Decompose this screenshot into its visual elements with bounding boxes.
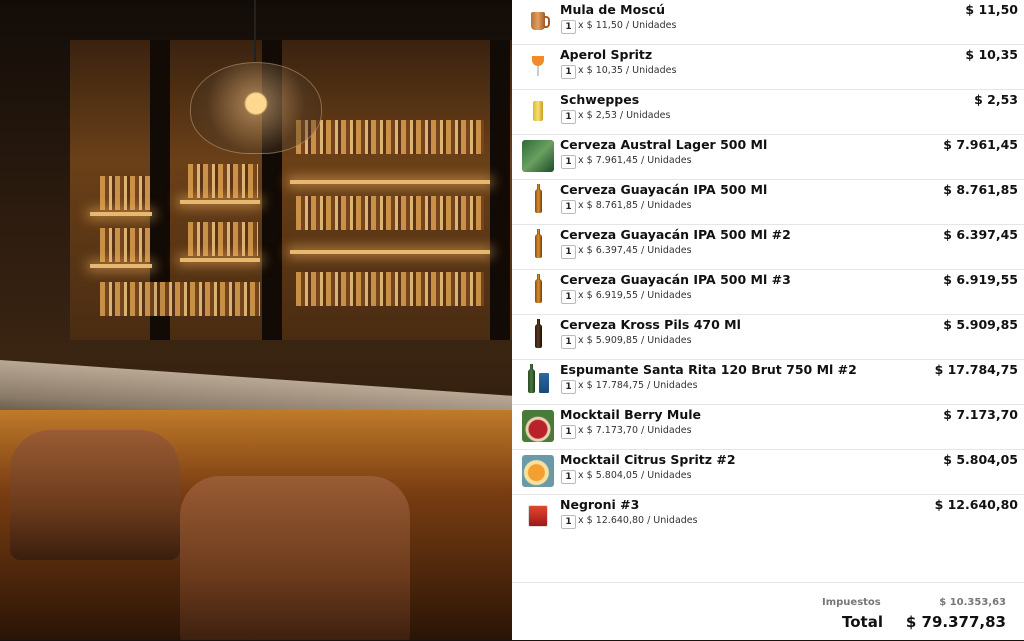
item-name: Aperol Spritz	[560, 47, 653, 62]
order-item[interactable]: Cerveza Guayacán IPA 500 Ml #3 1 x $ 6.9…	[512, 270, 1024, 315]
bar-background-image	[0, 0, 512, 640]
item-quantity: 1	[561, 155, 576, 169]
citrus-drink-photo-icon	[522, 455, 554, 487]
berry-drink-photo-icon	[522, 410, 554, 442]
soda-can-icon	[522, 95, 554, 127]
item-unit-price: x $ 6.397,45 / Unidades	[578, 245, 692, 256]
order-item-list: Mula de Moscú 1 x $ 11,50 / Unidades $ 1…	[512, 0, 1024, 539]
bar-stool	[180, 476, 410, 640]
item-unit-price: x $ 5.804,05 / Unidades	[578, 470, 692, 481]
item-price: $ 6.919,55	[943, 272, 1018, 287]
item-quantity: 1	[561, 290, 576, 304]
item-price: $ 12.640,80	[934, 497, 1018, 512]
beer-bottle-icon	[522, 274, 554, 307]
order-item[interactable]: Mocktail Berry Mule 1 x $ 7.173,70 / Uni…	[512, 405, 1024, 450]
item-price: $ 7.173,70	[943, 407, 1018, 422]
bar-stool	[10, 430, 180, 560]
order-summary: Impuestos $ 10.353,63 Total $ 79.377,83	[512, 582, 1024, 641]
item-name: Cerveza Guayacán IPA 500 Ml	[560, 182, 768, 197]
item-unit-price: x $ 5.909,85 / Unidades	[578, 335, 692, 346]
total-value: $ 79.377,83	[905, 613, 1006, 631]
item-name: Mocktail Berry Mule	[560, 407, 702, 422]
item-name: Cerveza Kross Pils 470 Ml	[560, 317, 741, 332]
item-unit-price: x $ 6.919,55 / Unidades	[578, 290, 692, 301]
beer-bottle-icon	[522, 229, 554, 262]
item-unit-price: x $ 10,35 / Unidades	[578, 65, 677, 76]
item-quantity: 1	[561, 335, 576, 349]
order-item[interactable]: Mocktail Citrus Spritz #2 1 x $ 5.804,05…	[512, 450, 1024, 495]
item-unit-price: x $ 12.640,80 / Unidades	[578, 515, 698, 526]
order-item[interactable]: Cerveza Guayacán IPA 500 Ml #2 1 x $ 6.3…	[512, 225, 1024, 270]
item-unit-price: x $ 7.173,70 / Unidades	[578, 425, 692, 436]
wine-glass-icon	[522, 50, 554, 82]
item-unit-price: x $ 8.761,85 / Unidades	[578, 200, 692, 211]
item-price: $ 5.804,05	[943, 452, 1018, 467]
copper-mug-icon	[522, 5, 554, 37]
beer-bottle-icon	[522, 184, 554, 217]
sparkling-wine-icon	[522, 364, 554, 397]
item-price: $ 17.784,75	[934, 362, 1018, 377]
item-quantity: 1	[561, 245, 576, 259]
item-quantity: 1	[561, 65, 576, 79]
item-quantity: 1	[561, 110, 576, 124]
negroni-glass-icon	[522, 500, 554, 532]
item-unit-price: x $ 11,50 / Unidades	[578, 20, 677, 31]
order-item[interactable]: Cerveza Austral Lager 500 Ml 1 x $ 7.961…	[512, 135, 1024, 180]
pendant-lamp	[190, 62, 322, 154]
order-item[interactable]: Espumante Santa Rita 120 Brut 750 Ml #2 …	[512, 360, 1024, 405]
item-price: $ 2,53	[974, 92, 1018, 107]
item-price: $ 7.961,45	[943, 137, 1018, 152]
item-name: Mula de Moscú	[560, 2, 665, 17]
item-quantity: 1	[561, 380, 576, 394]
item-price: $ 5.909,85	[943, 317, 1018, 332]
dark-bottle-icon	[522, 319, 554, 352]
order-panel: Mula de Moscú 1 x $ 11,50 / Unidades $ 1…	[512, 0, 1024, 640]
item-quantity: 1	[561, 425, 576, 439]
item-name: Espumante Santa Rita 120 Brut 750 Ml #2	[560, 362, 857, 377]
item-quantity: 1	[561, 20, 576, 34]
item-name: Cerveza Guayacán IPA 500 Ml #2	[560, 227, 791, 242]
item-quantity: 1	[561, 515, 576, 529]
order-item[interactable]: Aperol Spritz 1 x $ 10,35 / Unidades $ 1…	[512, 45, 1024, 90]
item-unit-price: x $ 2,53 / Unidades	[578, 110, 671, 121]
order-item[interactable]: Cerveza Kross Pils 470 Ml 1 x $ 5.909,85…	[512, 315, 1024, 360]
order-item[interactable]: Mula de Moscú 1 x $ 11,50 / Unidades $ 1…	[512, 0, 1024, 45]
order-item[interactable]: Cerveza Guayacán IPA 500 Ml 1 x $ 8.761,…	[512, 180, 1024, 225]
order-item[interactable]: Schweppes 1 x $ 2,53 / Unidades $ 2,53	[512, 90, 1024, 135]
total-label: Total	[842, 613, 883, 631]
item-price: $ 11,50	[965, 2, 1018, 17]
item-name: Negroni #3	[560, 497, 640, 512]
item-name: Schweppes	[560, 92, 640, 107]
item-quantity: 1	[561, 200, 576, 214]
item-price: $ 6.397,45	[943, 227, 1018, 242]
item-quantity: 1	[561, 470, 576, 484]
item-unit-price: x $ 17.784,75 / Unidades	[578, 380, 698, 391]
item-name: Mocktail Citrus Spritz #2	[560, 452, 736, 467]
order-item[interactable]: Negroni #3 1 x $ 12.640,80 / Unidades $ …	[512, 495, 1024, 539]
item-price: $ 10,35	[965, 47, 1018, 62]
item-unit-price: x $ 7.961,45 / Unidades	[578, 155, 692, 166]
item-name: Cerveza Austral Lager 500 Ml	[560, 137, 768, 152]
item-name: Cerveza Guayacán IPA 500 Ml #3	[560, 272, 791, 287]
tax-value: $ 10.353,63	[939, 597, 1006, 608]
beer-photo-icon	[522, 140, 554, 172]
item-price: $ 8.761,85	[943, 182, 1018, 197]
tax-label: Impuestos	[822, 597, 881, 608]
